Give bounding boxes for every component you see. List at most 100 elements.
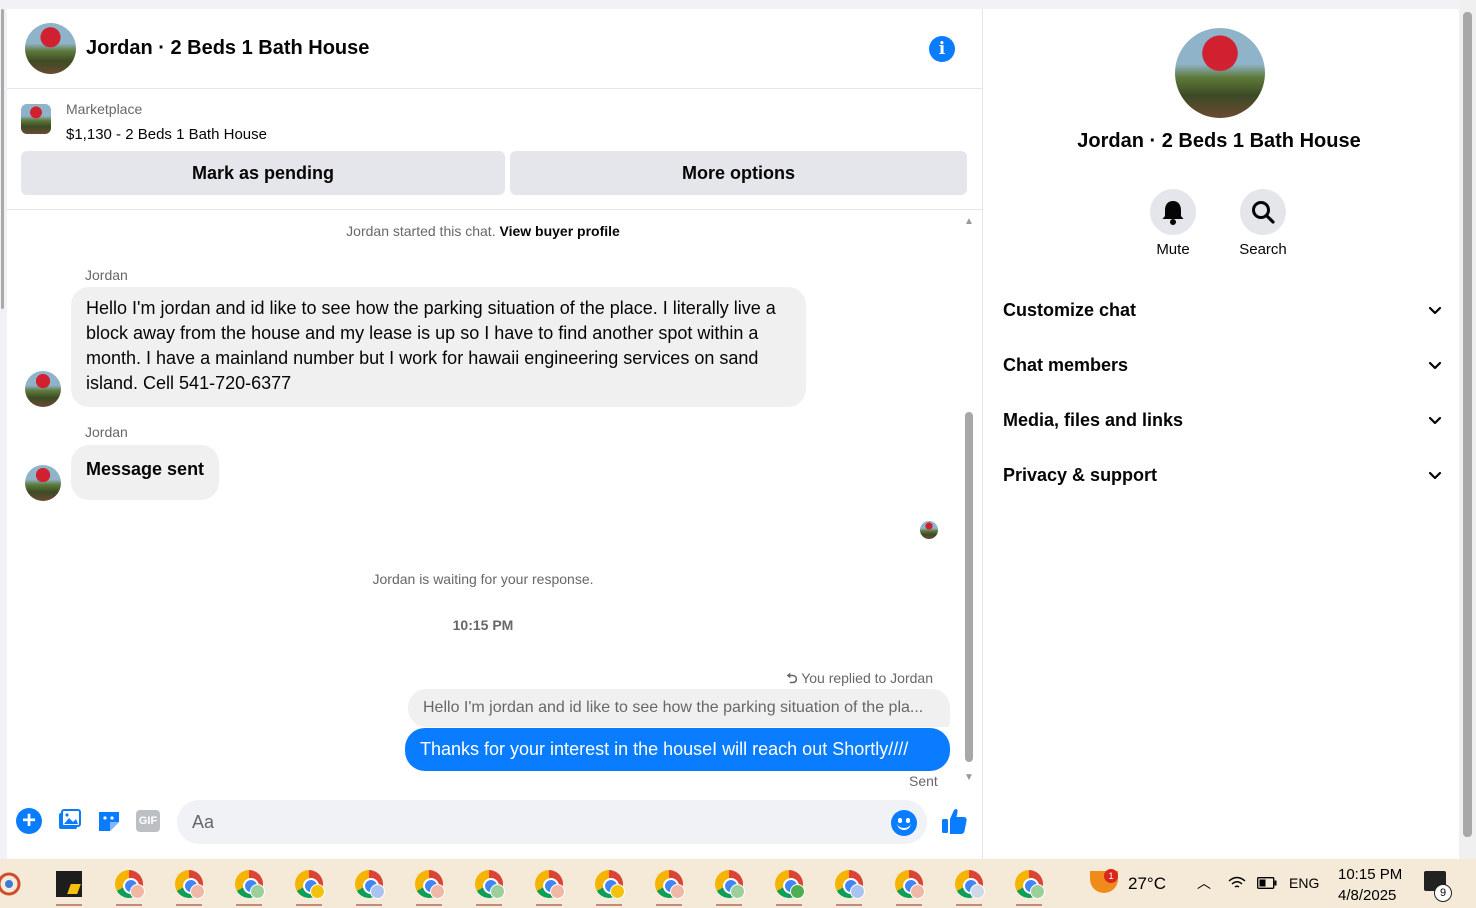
seen-avatar <box>920 521 938 539</box>
profile-badge <box>910 884 925 899</box>
chat-panel: Jordan · 2 Beds 1 Bath House i Marketpla… <box>7 9 983 859</box>
taskbar-chrome-profile[interactable] <box>530 865 568 906</box>
active-indicator <box>656 904 682 906</box>
details-title: Jordan · 2 Beds 1 Bath House <box>1077 130 1361 152</box>
profile-badge <box>550 884 565 899</box>
conversation-title[interactable]: Jordan · 2 Beds 1 Bath House <box>86 37 369 60</box>
page-scrollbar-thumb[interactable] <box>1463 12 1472 837</box>
sender-avatar[interactable] <box>25 371 61 407</box>
gif-icon[interactable]: GIF <box>136 810 160 832</box>
chevron-up-icon[interactable]: ︿ <box>1197 859 1211 908</box>
profile-badge <box>1030 884 1045 899</box>
view-buyer-profile-link[interactable]: View buyer profile <box>499 223 619 239</box>
active-indicator <box>176 904 202 906</box>
reply-arrow-icon: ⮌ <box>786 670 798 686</box>
marketplace-banner: Marketplace $1,130 - 2 Beds 1 Bath House… <box>7 89 983 210</box>
scroll-up-arrow-icon[interactable]: ▲ <box>963 217 975 227</box>
chevron-down-icon <box>1428 306 1442 315</box>
chat-scrollbar[interactable]: ▲ ▼ <box>963 217 975 783</box>
sender-name: Jordan <box>85 267 128 283</box>
search-icon <box>1252 201 1275 224</box>
temperature[interactable]: 27°C <box>1128 859 1166 908</box>
waiting-notice: Jordan is waiting for your response. <box>372 571 594 587</box>
active-indicator <box>536 904 562 906</box>
sticker-icon[interactable] <box>96 808 122 834</box>
thumbs-up-icon[interactable] <box>940 806 968 836</box>
incoming-message[interactable]: Message sent <box>71 445 220 500</box>
message-list: Jordan started this chat. View buyer pro… <box>7 211 983 796</box>
taskbar-chrome-profile[interactable] <box>230 865 268 906</box>
active-indicator <box>236 904 262 906</box>
section-label: Media, files and links <box>1003 410 1184 430</box>
replied-to-text: You replied to Jordan <box>801 670 933 686</box>
clock-date: 4/8/2025 <box>1338 887 1397 904</box>
timestamp: 10:15 PM <box>452 617 514 633</box>
sender-avatar[interactable] <box>25 465 61 501</box>
taskbar-chrome-profile[interactable] <box>950 865 988 906</box>
details-avatar[interactable] <box>1175 28 1265 118</box>
photo-icon[interactable] <box>56 808 82 834</box>
taskbar-chrome-profile[interactable] <box>410 865 448 906</box>
page-scrollbar[interactable] <box>1459 0 1476 859</box>
conversation-details-panel: Jordan · 2 Beds 1 Bath House Mute Search… <box>984 9 1459 859</box>
incoming-message[interactable]: Hello I'm jordan and id like to see how … <box>71 287 806 407</box>
plus-icon[interactable]: + <box>16 808 42 834</box>
marketplace-label: Marketplace <box>66 101 143 117</box>
top-strip <box>0 0 1476 9</box>
search-label: Search <box>1239 241 1287 258</box>
active-indicator <box>896 904 922 906</box>
chat-scrollbar-thumb[interactable] <box>965 412 973 762</box>
sender-name: Jordan <box>85 424 128 440</box>
listing-title[interactable]: $1,130 - 2 Beds 1 Bath House <box>66 126 267 143</box>
taskbar-chrome-profile[interactable] <box>110 865 148 906</box>
section-chat-members[interactable]: Chat members <box>1003 345 1443 385</box>
quoted-message[interactable]: Hello I'm jordan and id like to see how … <box>408 689 950 727</box>
taskbar-chrome-profile[interactable] <box>650 865 688 906</box>
search-button[interactable] <box>1240 189 1286 235</box>
more-options-button[interactable]: More options <box>510 151 967 195</box>
left-scrollbar-thumb[interactable] <box>1 9 4 309</box>
active-indicator <box>296 904 322 906</box>
taskbar-chrome-profile[interactable] <box>1010 865 1048 906</box>
taskbar-app[interactable] <box>50 865 88 906</box>
left-scrollbar[interactable] <box>0 9 7 859</box>
profile-badge <box>850 884 865 899</box>
taskbar-chrome-profile[interactable] <box>350 865 388 906</box>
taskbar-chrome-profile[interactable] <box>770 865 808 906</box>
message-input[interactable]: Aa <box>177 800 927 844</box>
mark-as-pending-button[interactable]: Mark as pending <box>21 151 505 195</box>
section-media-files-links[interactable]: Media, files and links <box>1003 400 1443 440</box>
taskbar: 1 27°C ︿ ENG 10:15 PM 4/8/2025 9 <box>0 859 1476 908</box>
taskbar-chrome-profile[interactable] <box>170 865 208 906</box>
section-label: Chat members <box>1003 355 1129 375</box>
battery-icon[interactable] <box>1257 877 1277 889</box>
active-indicator <box>716 904 742 906</box>
start-icon[interactable] <box>0 869 26 899</box>
active-indicator <box>356 904 382 906</box>
taskbar-chrome-profile[interactable] <box>470 865 508 906</box>
conversation-avatar[interactable] <box>25 23 76 74</box>
taskbar-chrome-profile[interactable] <box>590 865 628 906</box>
app-icon <box>56 871 82 897</box>
active-indicator <box>596 904 622 906</box>
taskbar-chrome-profile[interactable] <box>890 865 928 906</box>
profile-badge <box>310 884 325 899</box>
section-label: Privacy & support <box>1003 465 1158 485</box>
listing-thumbnail[interactable] <box>21 104 51 134</box>
clock[interactable]: 10:15 PM 4/8/2025 <box>1338 864 1402 906</box>
profile-badge <box>250 884 265 899</box>
emoji-icon[interactable] <box>891 810 917 836</box>
taskbar-chrome-profile[interactable] <box>710 865 748 906</box>
profile-badge <box>790 884 805 899</box>
info-icon[interactable]: i <box>929 36 955 62</box>
section-privacy-support[interactable]: Privacy & support <box>1003 455 1443 495</box>
mute-button[interactable] <box>1150 189 1196 235</box>
outgoing-message[interactable]: Thanks for your interest in the houseI w… <box>405 728 950 771</box>
profile-badge <box>370 884 385 899</box>
scroll-down-arrow-icon[interactable]: ▼ <box>963 773 975 783</box>
section-customize-chat[interactable]: Customize chat <box>1003 290 1443 330</box>
wifi-icon[interactable] <box>1228 875 1246 891</box>
language-indicator[interactable]: ENG <box>1289 859 1319 908</box>
taskbar-chrome-profile[interactable] <box>830 865 868 906</box>
taskbar-chrome-profile[interactable] <box>290 865 328 906</box>
